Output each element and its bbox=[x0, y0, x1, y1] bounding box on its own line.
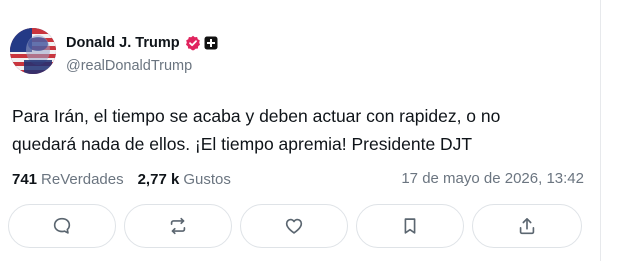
post-text-line: quedará nada de ellos. ¡El tiempo apremi… bbox=[12, 134, 473, 154]
share-upload-icon bbox=[519, 218, 535, 235]
reposts-stat[interactable]: 741 ReVerdades bbox=[12, 171, 124, 188]
post-text: Para Irán, el tiempo se acaba y deben ac… bbox=[12, 102, 592, 158]
likes-count: 2,77 k bbox=[137, 170, 180, 188]
verified-badge-icon bbox=[185, 35, 201, 51]
bookmark-button[interactable] bbox=[356, 204, 464, 248]
panel-divider bbox=[600, 0, 601, 261]
post-header: Donald J. Trump @realDonaldTrump bbox=[10, 28, 218, 74]
post-timestamp[interactable]: 17 de mayo de 2026, 13:42 bbox=[401, 170, 584, 187]
reposts-count: 741 bbox=[12, 170, 38, 188]
like-button[interactable] bbox=[240, 204, 348, 248]
heart-icon bbox=[285, 218, 303, 234]
affiliate-badge-icon bbox=[204, 36, 218, 50]
repost-button[interactable] bbox=[124, 204, 232, 248]
post-text-line: Para Irán, el tiempo se acaba y deben ac… bbox=[12, 106, 501, 126]
share-button[interactable] bbox=[472, 204, 582, 248]
reply-button[interactable] bbox=[8, 204, 116, 248]
repost-arrows-icon bbox=[170, 217, 186, 235]
author-name[interactable]: Donald J. Trump bbox=[66, 35, 180, 51]
chat-bubble-icon bbox=[53, 217, 71, 234]
avatar[interactable] bbox=[10, 28, 56, 74]
likes-label: Gustos bbox=[183, 170, 231, 188]
likes-stat[interactable]: 2,77 k Gustos bbox=[138, 171, 231, 188]
author-handle[interactable]: @realDonaldTrump bbox=[66, 58, 218, 74]
action-bar bbox=[8, 204, 582, 248]
post-stats: 741 ReVerdades 2,77 k Gustos 17 de mayo … bbox=[12, 168, 584, 190]
bookmark-icon bbox=[404, 218, 416, 234]
reposts-label: ReVerdades bbox=[41, 170, 124, 188]
